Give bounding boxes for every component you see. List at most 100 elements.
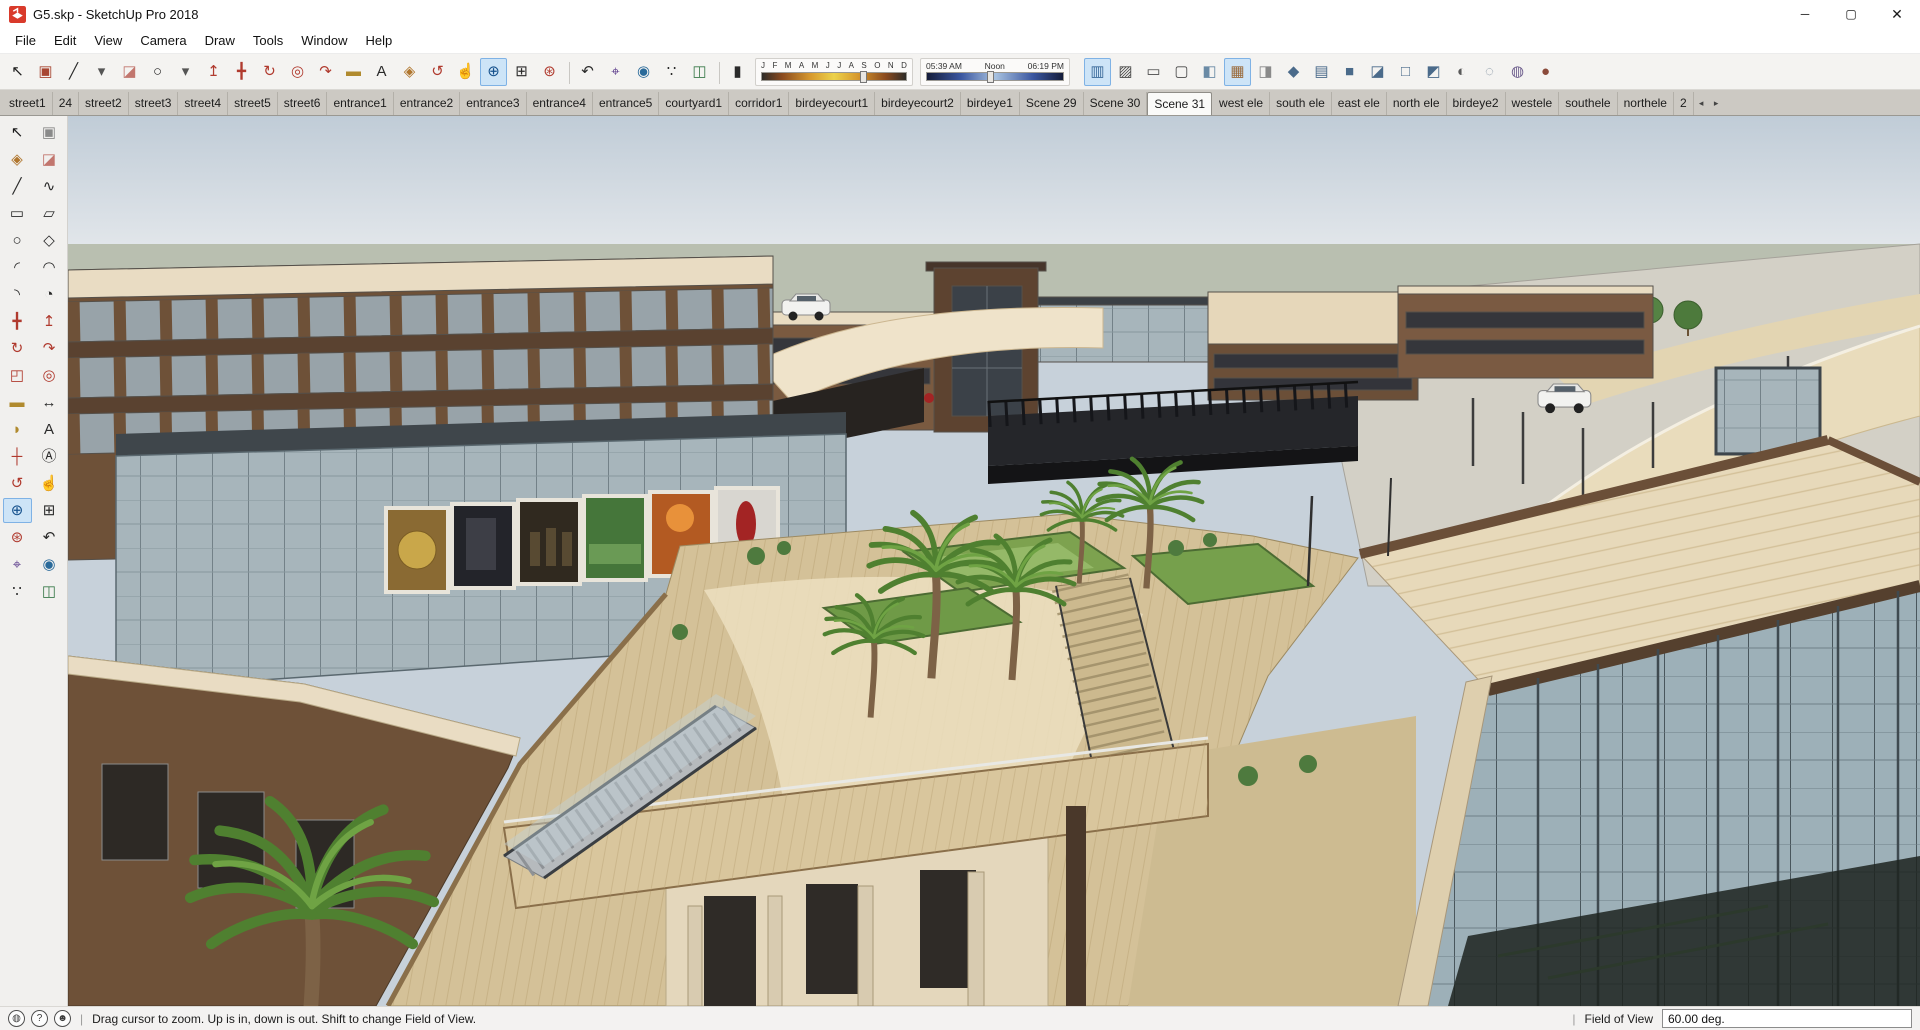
model-viewport-canvas[interactable] xyxy=(68,116,1920,1006)
top-view-button[interactable]: ▤ xyxy=(1308,58,1335,86)
tape-measure-tool[interactable]: ▬ xyxy=(340,58,367,86)
rotate-tool[interactable]: ↻ xyxy=(256,58,283,86)
line-tool[interactable]: ╱ xyxy=(60,58,87,86)
scene-tab[interactable]: birdeyecourt1 xyxy=(789,92,876,115)
styles-dialog-button[interactable]: ◍ xyxy=(1504,58,1531,86)
make-component-tool[interactable]: ▣ xyxy=(32,58,59,86)
wireframe-style-button[interactable]: ▭ xyxy=(1140,58,1167,86)
two-point-arc-tool[interactable]: ◠ xyxy=(35,255,64,280)
back-edges-toggle[interactable]: ▨ xyxy=(1112,58,1139,86)
scene-tabs-scroll-left[interactable]: ◂ xyxy=(1694,92,1709,115)
close-button[interactable]: ✕ xyxy=(1874,0,1920,28)
shadow-time-track[interactable] xyxy=(926,71,1064,84)
move-tool[interactable]: ╋ xyxy=(228,58,255,86)
shadow-date-track[interactable] xyxy=(761,71,907,83)
text-3d-tool[interactable]: Ⓐ xyxy=(35,444,64,469)
fog-toggle[interactable]: ◌ xyxy=(1476,58,1503,86)
tape-measure-tool[interactable]: ▬ xyxy=(3,390,32,415)
shaded-textures-style-button[interactable]: ▦ xyxy=(1224,57,1251,86)
move-tool[interactable]: ╋ xyxy=(3,309,32,334)
hidden-line-style-button[interactable]: ▢ xyxy=(1168,58,1195,86)
scene-tabs-scroll-right[interactable]: ▸ xyxy=(1709,92,1724,115)
scene-tab[interactable]: 24 xyxy=(53,92,80,115)
menu-item[interactable]: Edit xyxy=(45,29,85,52)
shapes-tool[interactable]: ○ xyxy=(144,58,171,86)
xray-mode-toggle[interactable]: ▥ xyxy=(1084,57,1111,86)
freehand-tool[interactable]: ∿ xyxy=(35,174,64,199)
shadows-toggle[interactable]: ◐ xyxy=(1448,58,1475,86)
dimension-tool[interactable]: ↔ xyxy=(35,390,64,415)
scene-tab[interactable]: street4 xyxy=(178,92,229,115)
menu-item[interactable]: Help xyxy=(357,29,402,52)
shapes-tool-dropdown[interactable]: ▾ xyxy=(172,58,199,86)
menu-item[interactable]: Camera xyxy=(131,29,195,52)
zoom-window-tool[interactable]: ⊞ xyxy=(508,58,535,86)
follow-me-tool[interactable]: ↷ xyxy=(35,336,64,361)
right-view-button[interactable]: ◪ xyxy=(1364,58,1391,86)
protractor-tool[interactable]: ◗ xyxy=(3,417,32,442)
fov-input[interactable] xyxy=(1662,1009,1912,1028)
menu-item[interactable]: Draw xyxy=(196,29,244,52)
scene-tab[interactable]: corridor1 xyxy=(729,92,790,115)
materials-dialog-button[interactable]: ● xyxy=(1532,58,1559,86)
push-pull-tool[interactable]: ↥ xyxy=(200,58,227,86)
shadow-dialog-button[interactable]: ▮ xyxy=(724,58,751,86)
look-around-tool[interactable]: ◉ xyxy=(35,552,64,577)
section-plane-tool[interactable]: ◫ xyxy=(35,579,64,604)
select-tool[interactable]: ↖ xyxy=(3,120,32,145)
scene-tab[interactable]: westele xyxy=(1506,92,1560,115)
scene-tab[interactable]: entrance5 xyxy=(593,92,660,115)
scene-tab[interactable]: street2 xyxy=(79,92,129,115)
rotated-rectangle-tool[interactable]: ▱ xyxy=(35,201,64,226)
scene-tab[interactable]: street3 xyxy=(129,92,179,115)
menu-item[interactable]: Window xyxy=(292,29,356,52)
zoom-extents-tool[interactable]: ⊛ xyxy=(3,525,32,550)
scene-tab[interactable]: entrance2 xyxy=(394,92,461,115)
section-plane-tool[interactable]: ◫ xyxy=(686,58,713,86)
pan-tool[interactable]: ☝ xyxy=(35,471,64,496)
scene-tab[interactable]: street6 xyxy=(278,92,328,115)
position-camera-tool[interactable]: ⌖ xyxy=(3,552,32,577)
menu-item[interactable]: File xyxy=(6,29,45,52)
scene-tab[interactable]: street1 xyxy=(3,92,53,115)
pie-tool[interactable]: ◔ xyxy=(35,282,64,307)
scale-tool[interactable]: ◰ xyxy=(3,363,32,388)
text-tool[interactable]: A xyxy=(368,58,395,86)
zoom-tool[interactable]: ⊕ xyxy=(2,498,32,523)
shadow-date-handle[interactable] xyxy=(859,71,867,83)
scene-tab[interactable]: birdeye1 xyxy=(961,92,1020,115)
rectangle-tool[interactable]: ▭ xyxy=(3,201,32,226)
offset-tool[interactable]: ◎ xyxy=(284,58,311,86)
scene-tab[interactable]: birdeye2 xyxy=(1447,92,1506,115)
shadow-time-handle[interactable] xyxy=(986,71,994,84)
scene-tab[interactable]: northele xyxy=(1618,92,1674,115)
previous-view-button[interactable]: ↶ xyxy=(35,525,64,550)
geolocation-button[interactable]: ◍ xyxy=(8,1010,25,1027)
menu-item[interactable]: View xyxy=(85,29,131,52)
three-point-arc-tool[interactable]: ◝ xyxy=(3,282,32,307)
circle-tool[interactable]: ○ xyxy=(3,228,32,253)
polygon-tool[interactable]: ◇ xyxy=(35,228,64,253)
walk-tool[interactable]: ∵ xyxy=(658,58,685,86)
zoom-window-tool[interactable]: ⊞ xyxy=(35,498,64,523)
scene-tab[interactable]: southele xyxy=(1559,92,1618,115)
line-tool[interactable]: ╱ xyxy=(3,174,32,199)
maximize-button[interactable]: ▢ xyxy=(1828,0,1874,28)
monochrome-style-button[interactable]: ◨ xyxy=(1252,58,1279,86)
make-component-tool[interactable]: ▣ xyxy=(35,120,64,145)
help-button[interactable]: ? xyxy=(31,1010,48,1027)
scene-tab[interactable]: entrance3 xyxy=(460,92,527,115)
shaded-style-button[interactable]: ◧ xyxy=(1196,58,1223,86)
follow-me-tool[interactable]: ↷ xyxy=(312,58,339,86)
orbit-tool[interactable]: ↺ xyxy=(3,471,32,496)
scene-tab[interactable]: Scene 29 xyxy=(1020,92,1084,115)
front-view-button[interactable]: ■ xyxy=(1336,58,1363,86)
rotate-tool[interactable]: ↻ xyxy=(3,336,32,361)
scene-tab[interactable]: Scene 30 xyxy=(1084,92,1148,115)
select-tool[interactable]: ↖ xyxy=(4,58,31,86)
orbit-tool[interactable]: ↺ xyxy=(424,58,451,86)
shadow-date-slider[interactable]: JFMAMJJASOND xyxy=(755,57,913,86)
scene-tab[interactable]: north ele xyxy=(1387,92,1447,115)
scene-tab[interactable]: birdeyecourt2 xyxy=(875,92,961,115)
position-camera-tool[interactable]: ⌖ xyxy=(602,58,629,86)
